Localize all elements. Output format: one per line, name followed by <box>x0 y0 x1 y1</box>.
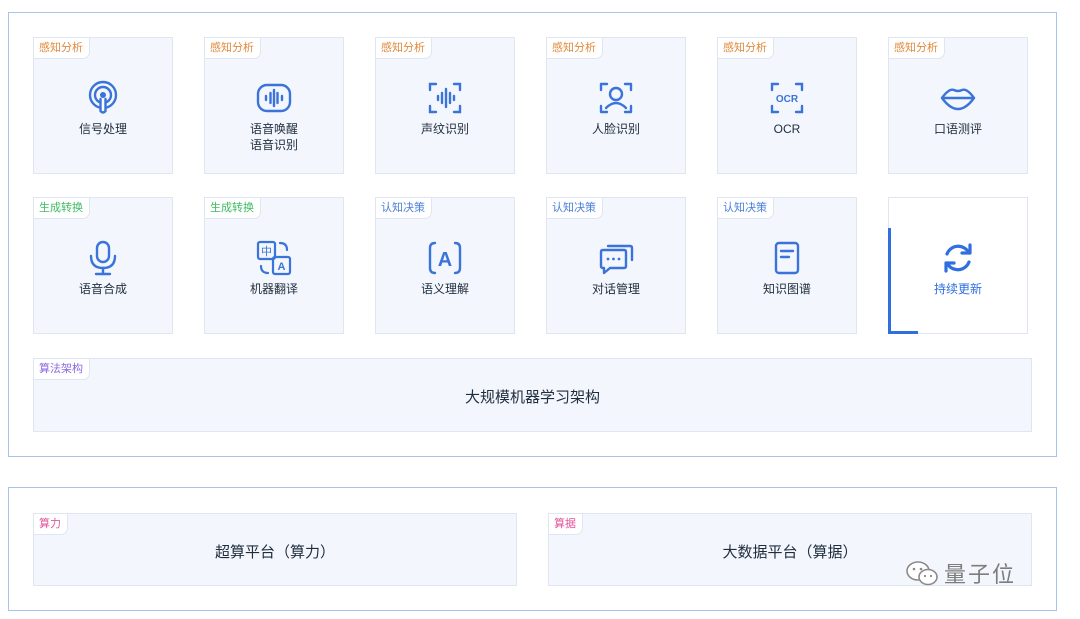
signal-icon <box>83 78 123 118</box>
card-label: 语义理解 <box>420 282 469 296</box>
card-dialog-management: 认知决策 对话管理 <box>546 197 686 334</box>
card-face-recognition: 感知分析 人脸识别 <box>546 37 686 174</box>
card-architecture: 算法架构 大规模机器学习架构 <box>33 358 1032 432</box>
microphone-icon <box>83 238 123 278</box>
card-label: OCR <box>773 122 801 136</box>
card-label: 声纹识别 <box>420 122 469 136</box>
document-icon <box>767 238 807 278</box>
watermark-text: 量子位 <box>944 562 1017 587</box>
ocr-icon: OCR <box>767 78 807 118</box>
category-tag: 感知分析 <box>205 38 261 59</box>
category-tag: 认知决策 <box>376 198 432 219</box>
category-tag: 算据 <box>549 514 583 535</box>
accent-bar <box>888 331 918 334</box>
card-knowledge-graph: 认知决策 知识图谱 <box>717 197 857 334</box>
architecture-title: 大规模机器学习架构 <box>464 389 600 406</box>
category-tag: 感知分析 <box>718 38 774 59</box>
translate-icon-text-en: A <box>278 261 286 273</box>
category-tag: 生成转换 <box>205 198 261 219</box>
category-tag: 算法架构 <box>34 359 90 380</box>
card-label: 口语测评 <box>933 122 982 136</box>
category-tag: 生成转换 <box>34 198 90 219</box>
card-speech-synthesis: 生成转换 语音合成 <box>33 197 173 334</box>
card-label: 人脸识别 <box>591 122 640 136</box>
lips-icon <box>938 78 978 118</box>
semantic-icon: A <box>425 238 465 278</box>
category-tag: 算力 <box>34 514 68 535</box>
card-label: 机器翻译 <box>249 282 298 296</box>
card-label: 语音唤醒 语音识别 <box>249 122 298 152</box>
translate-icon-text-zh: 中 <box>261 245 272 258</box>
chat-icon <box>596 238 636 278</box>
card-voiceprint: 感知分析 声纹识别 <box>375 37 515 174</box>
card-signal-processing: 感知分析 信号处理 <box>33 37 173 174</box>
card-label: 语音合成 <box>78 282 127 296</box>
voiceprint-icon <box>425 78 465 118</box>
card-semantic-understanding: 认知决策 A 语义理解 <box>375 197 515 334</box>
category-tag: 感知分析 <box>376 38 432 59</box>
card-label: 持续更新 <box>933 282 982 296</box>
ocr-icon-text: OCR <box>776 94 799 105</box>
semantic-icon-text: A <box>438 249 452 271</box>
card-label: 信号处理 <box>78 122 127 136</box>
face-scan-icon <box>596 78 636 118</box>
voice-wave-icon <box>254 78 294 118</box>
card-machine-translation: 生成转换 中 A 机器翻译 <box>204 197 344 334</box>
category-tag: 感知分析 <box>547 38 603 59</box>
card-label: 对话管理 <box>591 282 640 296</box>
card-oral-evaluation: 感知分析 口语测评 <box>888 37 1028 174</box>
card-continuous-update: 持续更新 <box>888 197 1028 334</box>
translate-icon: 中 A <box>254 238 294 278</box>
card-ocr: 感知分析 OCR OCR <box>717 37 857 174</box>
card-supercomputing-platform: 算力 超算平台（算力） <box>33 513 517 586</box>
category-tag: 感知分析 <box>34 38 90 59</box>
category-tag: 感知分析 <box>889 38 945 59</box>
watermark: 量子位 <box>904 556 1016 590</box>
category-tag: 认知决策 <box>718 198 774 219</box>
platform-title: 超算平台（算力） <box>214 544 335 561</box>
refresh-icon <box>938 238 978 278</box>
card-voice-wakeup: 感知分析 语音唤醒 语音识别 <box>204 37 344 174</box>
card-label: 知识图谱 <box>762 282 811 296</box>
wechat-icon <box>906 561 938 586</box>
category-tag: 认知决策 <box>547 198 603 219</box>
